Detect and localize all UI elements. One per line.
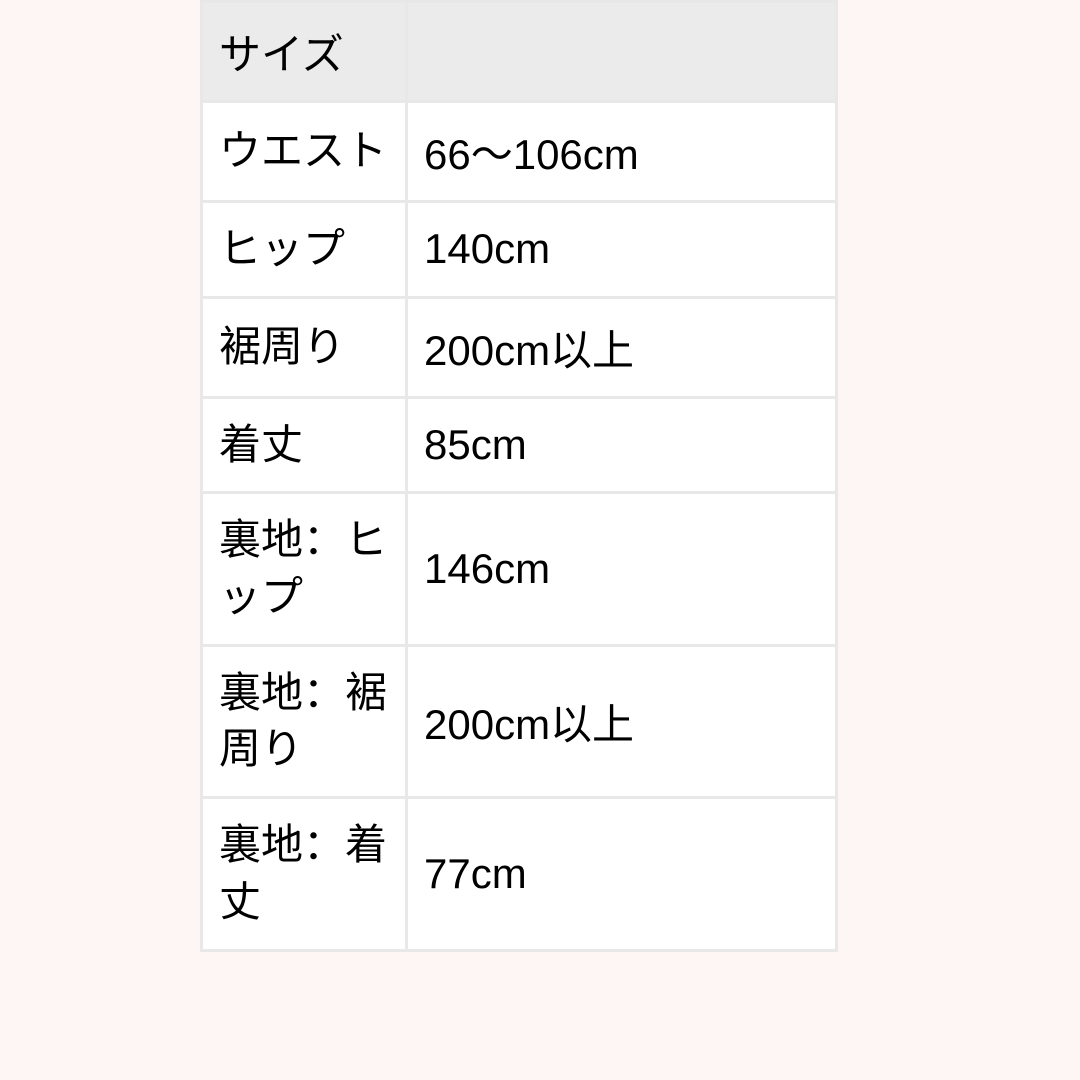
row-value: 200cm以上 <box>407 297 837 397</box>
row-value: 146cm <box>407 493 837 645</box>
header-label-cell: サイズ <box>202 2 407 102</box>
row-value: 66〜106cm <box>407 102 837 202</box>
row-value: 200cm以上 <box>407 645 837 797</box>
row-label: ヒップ <box>202 202 407 298</box>
table-row: 着丈 85cm <box>202 397 837 493</box>
row-label: 裾周り <box>202 297 407 397</box>
size-table: サイズ ウエスト 66〜106cm ヒップ 140cm 裾周り 200cm以上 … <box>200 0 838 952</box>
row-value: 140cm <box>407 202 837 298</box>
table-row: ヒップ 140cm <box>202 202 837 298</box>
row-value: 85cm <box>407 397 837 493</box>
row-label: 裏地：裾周り <box>202 645 407 797</box>
table-row: ウエスト 66〜106cm <box>202 102 837 202</box>
table-row: 裏地：着丈 77cm <box>202 798 837 950</box>
header-empty-cell <box>407 2 837 102</box>
row-label: 裏地：ヒップ <box>202 493 407 645</box>
table-row: 裏地：ヒップ 146cm <box>202 493 837 645</box>
row-label: 裏地：着丈 <box>202 798 407 950</box>
row-value: 77cm <box>407 798 837 950</box>
table-row: 裏地：裾周り 200cm以上 <box>202 645 837 797</box>
table-header-row: サイズ <box>202 2 837 102</box>
table-row: 裾周り 200cm以上 <box>202 297 837 397</box>
row-label: 着丈 <box>202 397 407 493</box>
size-table-container: サイズ ウエスト 66〜106cm ヒップ 140cm 裾周り 200cm以上 … <box>0 0 1080 952</box>
row-label: ウエスト <box>202 102 407 202</box>
